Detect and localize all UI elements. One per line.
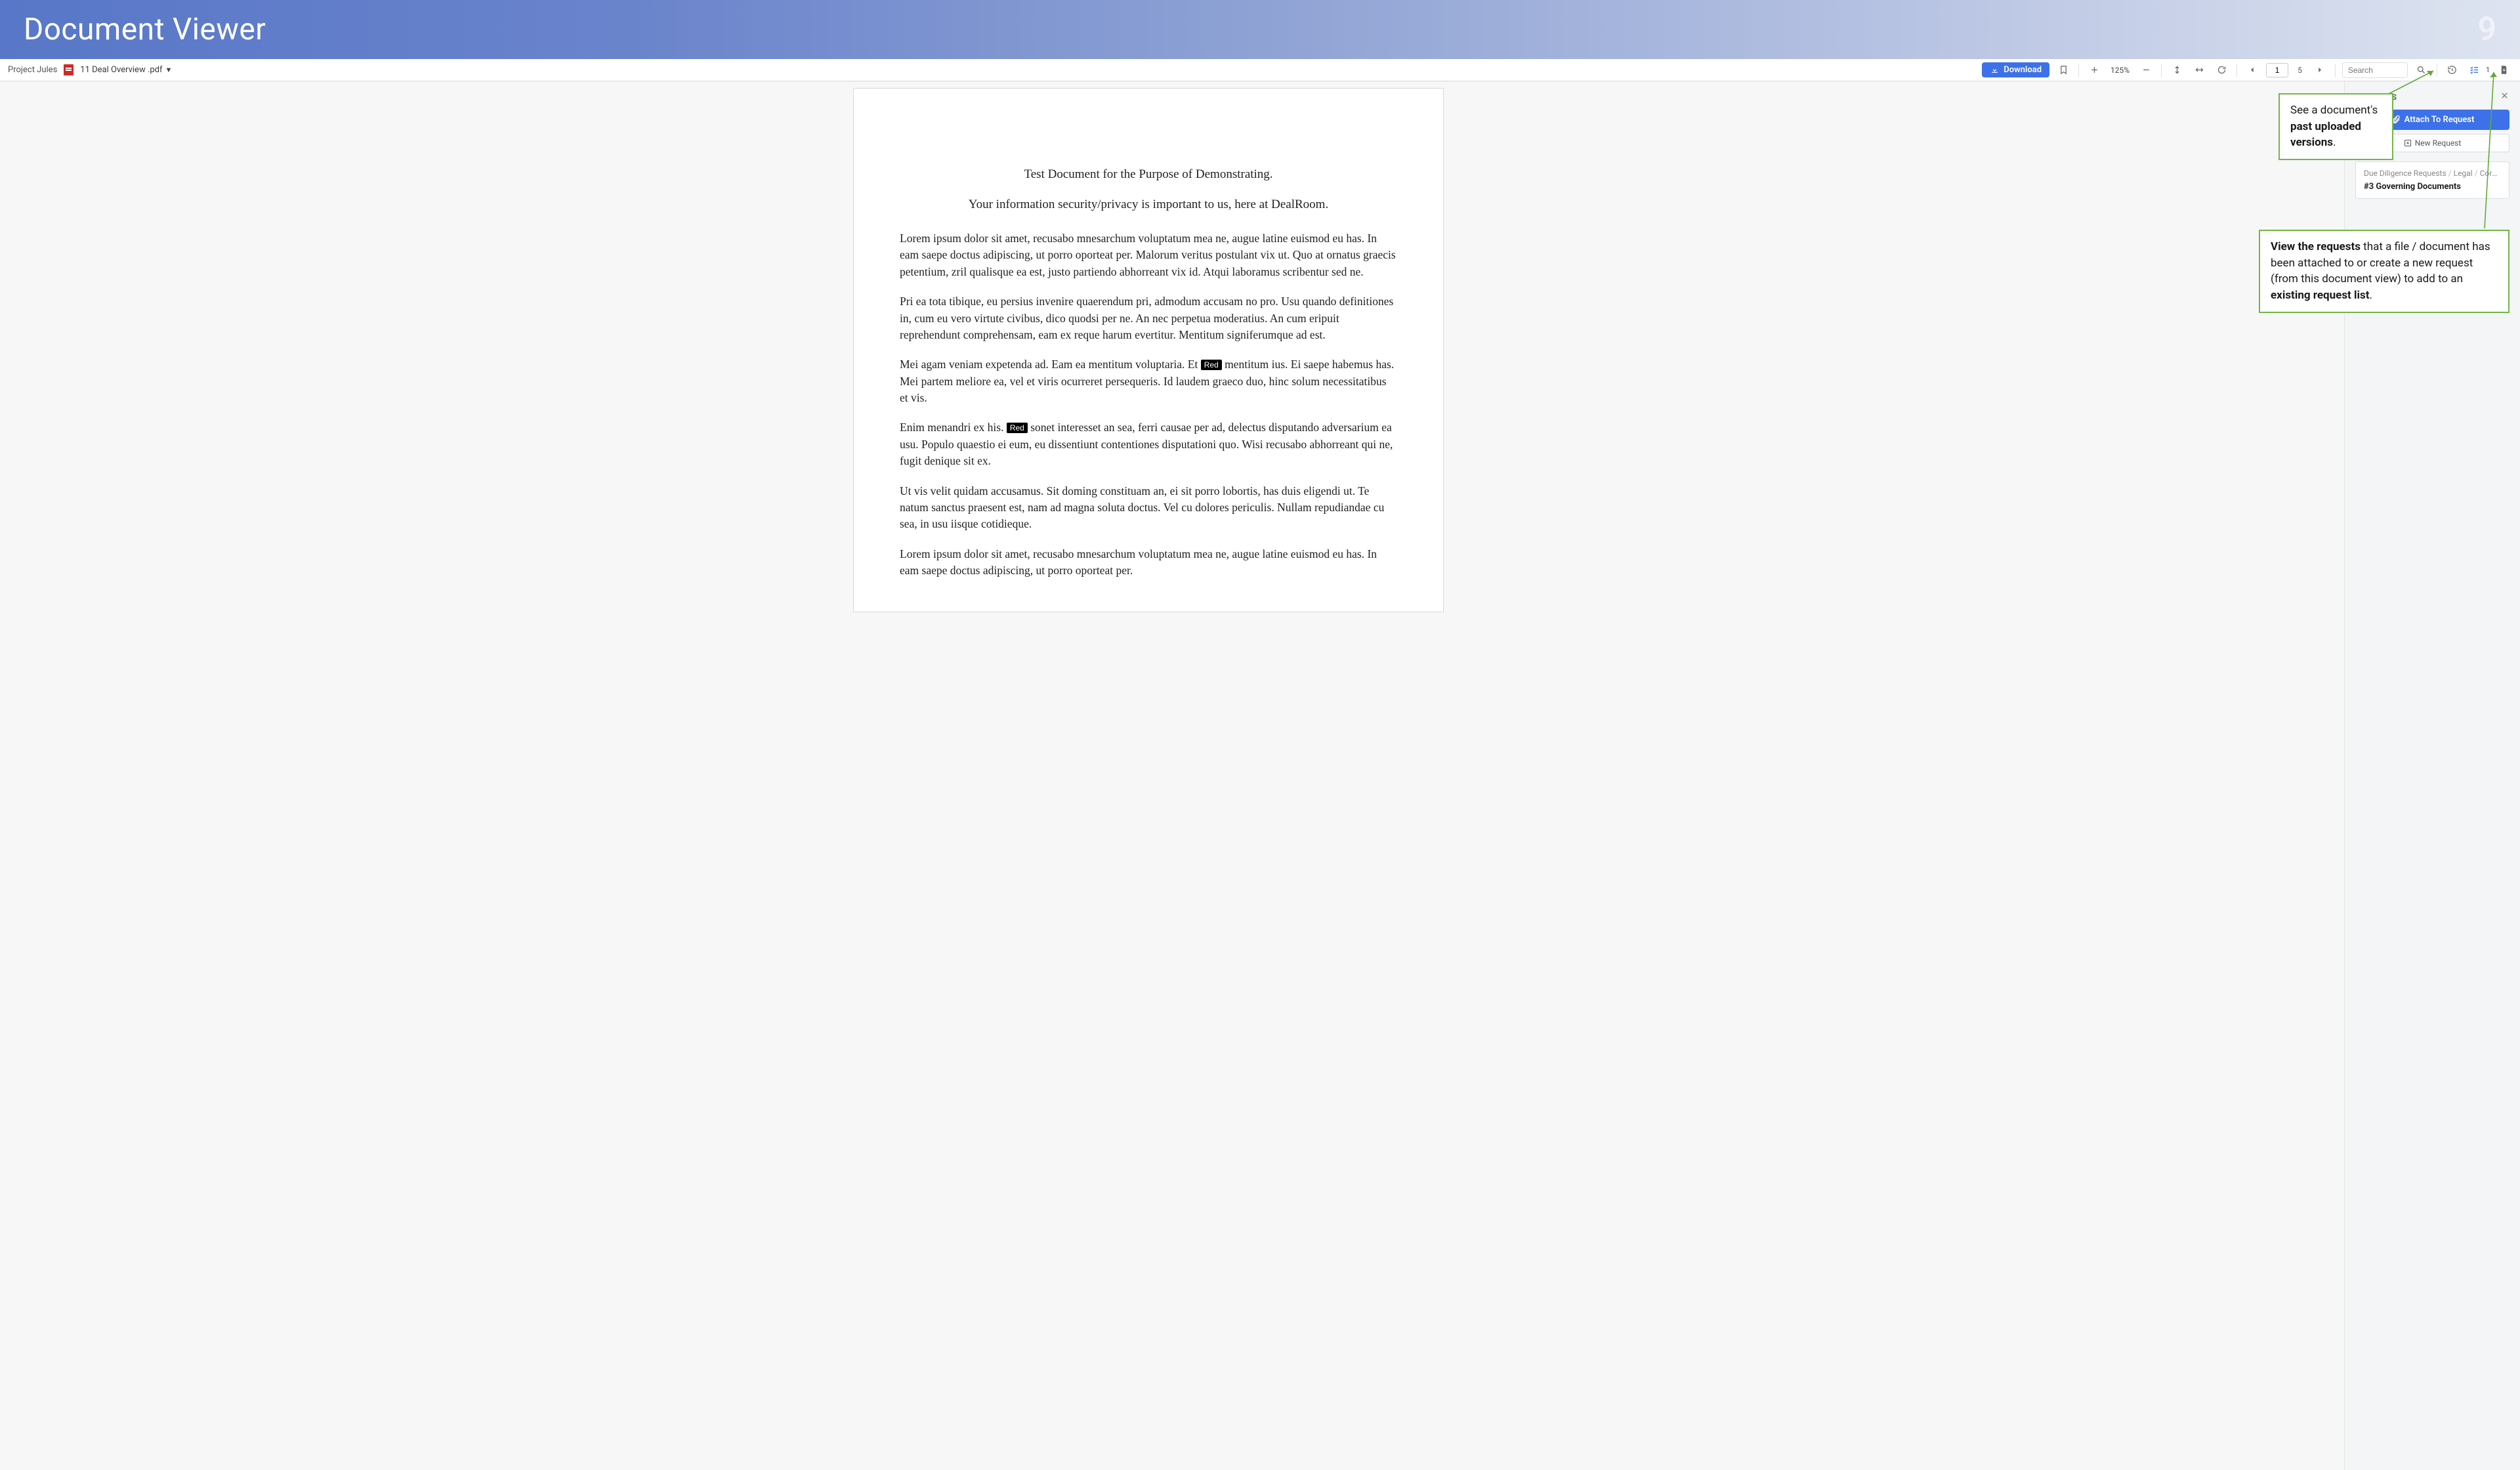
doc-title-1: Test Document for the Purpose of Demonst… bbox=[900, 167, 1397, 182]
zoom-in-button[interactable] bbox=[2086, 62, 2103, 79]
rotate-button[interactable] bbox=[2213, 62, 2230, 79]
separator bbox=[2161, 64, 2162, 77]
fit-height-button[interactable] bbox=[2168, 62, 2185, 79]
minus-icon bbox=[2141, 65, 2151, 75]
pdf-icon bbox=[64, 64, 74, 75]
project-name[interactable]: Project Jules bbox=[8, 65, 57, 75]
next-page-button[interactable] bbox=[2311, 62, 2328, 79]
close-panel-button[interactable] bbox=[2500, 91, 2510, 103]
rotate-icon bbox=[2217, 65, 2227, 75]
doc-para: Pri ea tota tibique, eu persius invenire… bbox=[900, 293, 1397, 343]
plus-box-icon bbox=[2404, 139, 2412, 147]
file-arrow-icon bbox=[2499, 65, 2509, 75]
search-button[interactable] bbox=[2413, 62, 2430, 79]
plus-icon bbox=[2090, 65, 2099, 75]
search-icon bbox=[2416, 65, 2426, 75]
doc-para: Mei agam veniam expetenda ad. Eam ea men… bbox=[900, 356, 1397, 406]
request-card[interactable]: Due Diligence Requests/Legal/Corpora... … bbox=[2355, 161, 2510, 199]
fit-width-button[interactable] bbox=[2191, 62, 2208, 79]
request-breadcrumb: Due Diligence Requests/Legal/Corpora... bbox=[2364, 169, 2501, 178]
bookmark-button[interactable] bbox=[2055, 62, 2072, 79]
convert-button[interactable] bbox=[2495, 62, 2512, 79]
close-icon bbox=[2500, 91, 2510, 100]
download-button[interactable]: Download bbox=[1982, 62, 2049, 77]
slide-banner: Document Viewer 9 bbox=[0, 0, 2520, 59]
file-name-text: 11 Deal Overview .pdf bbox=[80, 65, 162, 75]
new-request-label: New Request bbox=[2415, 138, 2462, 148]
separator bbox=[2335, 64, 2336, 77]
doc-para: Lorem ipsum dolor sit amet, recusabo mne… bbox=[900, 546, 1397, 579]
page-current-input[interactable] bbox=[2266, 63, 2288, 77]
slide-page-number: 9 bbox=[2477, 10, 2496, 49]
doc-title-2: Your information security/privacy is imp… bbox=[900, 198, 1397, 212]
fit-horizontal-icon bbox=[2194, 65, 2204, 75]
doc-para: Ut vis velit quidam accusamus. Sit domin… bbox=[900, 483, 1397, 533]
separator bbox=[2236, 64, 2237, 77]
zoom-out-button[interactable] bbox=[2137, 62, 2154, 79]
separator bbox=[2078, 64, 2079, 77]
download-label: Download bbox=[2004, 65, 2042, 75]
redaction-marker: Red bbox=[1201, 360, 1222, 370]
doc-para: Enim menandri ex his. Red sonet interess… bbox=[900, 419, 1397, 469]
history-button[interactable] bbox=[2444, 62, 2461, 79]
prev-page-button[interactable] bbox=[2244, 62, 2261, 79]
download-icon bbox=[1990, 65, 2000, 75]
slide-title: Document Viewer bbox=[24, 12, 266, 47]
redaction-marker: Red bbox=[1007, 423, 1028, 433]
page-total: 5 bbox=[2294, 66, 2306, 75]
doc-para: Lorem ipsum dolor sit amet, recusabo mne… bbox=[900, 230, 1397, 280]
viewer-toolbar: Project Jules 11 Deal Overview .pdf ▼ Do… bbox=[0, 59, 2520, 81]
document-page: Test Document for the Purpose of Demonst… bbox=[853, 88, 1444, 612]
caret-left-icon bbox=[2248, 65, 2258, 75]
bookmark-icon bbox=[2059, 65, 2068, 75]
requests-button[interactable] bbox=[2466, 62, 2483, 79]
search-input[interactable] bbox=[2342, 62, 2408, 78]
attach-label: Attach To Request bbox=[2404, 115, 2475, 125]
callout-history: See a document's past uploaded versions. bbox=[2278, 93, 2393, 160]
checklist-icon bbox=[2469, 65, 2479, 75]
chevron-down-icon: ▼ bbox=[165, 66, 173, 74]
file-name-dropdown[interactable]: 11 Deal Overview .pdf ▼ bbox=[80, 65, 172, 75]
history-icon bbox=[2447, 65, 2457, 75]
callout-requests: View the requests that a file / document… bbox=[2259, 230, 2510, 313]
request-item-name: #3 Governing Documents bbox=[2364, 182, 2501, 192]
fit-vertical-icon bbox=[2172, 65, 2182, 75]
zoom-value: 125% bbox=[2108, 66, 2132, 75]
caret-right-icon bbox=[2315, 65, 2324, 75]
document-canvas[interactable]: Test Document for the Purpose of Demonst… bbox=[0, 81, 2344, 1470]
requests-count: 1 bbox=[2486, 66, 2490, 74]
